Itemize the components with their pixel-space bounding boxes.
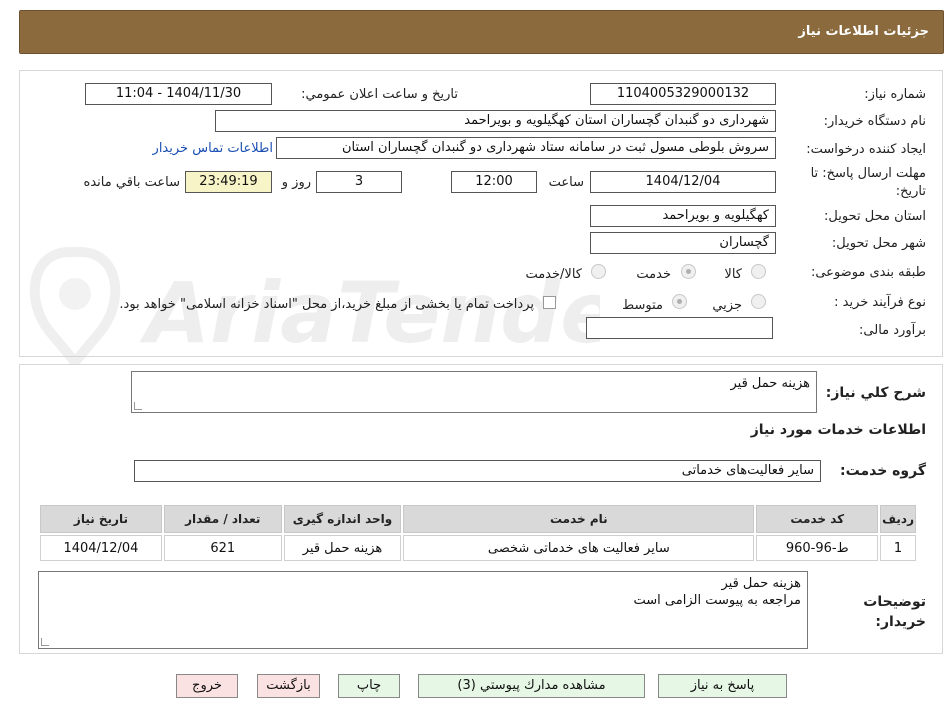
table-header-row: رديف كد خدمت نام خدمت واحد اندازه گيری ت… — [40, 505, 916, 533]
page-header: جزئيات اطلاعات نياز — [19, 10, 944, 54]
service-group-field: سایر فعالیت‌های خدماتی — [134, 460, 821, 482]
category-both-radio[interactable] — [591, 264, 606, 279]
cell-unit: هزینه حمل قیر — [283, 535, 402, 561]
category-goods-radio[interactable] — [751, 264, 766, 279]
exit-button[interactable]: خروج — [176, 674, 238, 698]
time-label: ساعت — [548, 175, 584, 190]
creator-label: ايجاد كننده درخواست: — [806, 142, 926, 157]
category-both-label: كالا/خدمت — [525, 267, 582, 282]
summary-textarea: هزینه حمل قیر — [131, 371, 817, 413]
back-button[interactable]: بازگشت — [257, 674, 320, 698]
buyer-org-field: شهرداری دو گنبدان گچساران استان کهگیلویه… — [215, 110, 776, 132]
attachments-button[interactable]: مشاهده مدارك پيوستي (3) — [418, 674, 645, 698]
buyer-notes-line2: مراجعه به پیوست الزامی است — [633, 593, 801, 608]
process-minor-radio[interactable] — [751, 294, 766, 309]
page-title: جزئيات اطلاعات نياز — [798, 24, 929, 39]
city-label: شهر محل تحويل: — [831, 236, 926, 251]
deadline-date-field: 1404/12/04 — [590, 171, 776, 193]
need-number-field: 1104005329000132 — [590, 83, 776, 105]
days-label: روز و — [281, 175, 311, 190]
col-service-name: نام خدمت — [403, 505, 755, 533]
process-medium-radio[interactable] — [672, 294, 687, 309]
table-row: 1 ط-96-960 سایر فعالیت های خدماتی شخصی ه… — [40, 535, 916, 561]
services-table: رديف كد خدمت نام خدمت واحد اندازه گيری ت… — [38, 503, 918, 563]
process-label: نوع فرآيند خريد : — [834, 295, 926, 310]
category-service-label: خدمت — [636, 267, 671, 282]
process-minor-label: جزيي — [712, 298, 742, 313]
cell-quantity: 621 — [163, 535, 282, 561]
cell-need-date: 1404/12/04 — [40, 535, 162, 561]
summary-label: شرح كلي نياز: — [825, 385, 926, 401]
print-button[interactable]: چاپ — [338, 674, 400, 698]
buyer-org-label: نام دستگاه خريدار: — [823, 114, 926, 129]
service-group-label: گروه خدمت: — [840, 463, 926, 479]
process-medium-label: متوسط — [622, 298, 663, 313]
announce-label: تاريخ و ساعت اعلان عمومي: — [301, 87, 458, 102]
resize-handle-icon[interactable] — [41, 638, 49, 646]
deadline-time-field: 12:00 — [451, 171, 537, 193]
treasury-payment-checkbox[interactable] — [543, 296, 556, 309]
buyer-notes-label: توضيحات خريدار: — [863, 594, 926, 630]
buyer-contact-link[interactable]: اطلاعات تماس خريدار — [153, 141, 273, 156]
buyer-notes-line1: هزینه حمل قیر — [721, 576, 801, 591]
creator-field: سروش بلوطی مسول ثبت در سامانه ستاد شهردا… — [276, 137, 776, 159]
need-number-label: شماره نياز: — [864, 87, 926, 102]
col-unit: واحد اندازه گيری — [283, 505, 402, 533]
province-field: کهگیلویه و بویراحمد — [590, 205, 776, 227]
cell-service-name: سایر فعالیت های خدماتی شخصی — [403, 535, 755, 561]
category-service-radio[interactable] — [681, 264, 696, 279]
remaining-label: ساعت باقي مانده — [83, 175, 180, 190]
cell-row-number: 1 — [880, 535, 916, 561]
remaining-time-field: 23:49:19 — [185, 171, 272, 193]
days-field: 3 — [316, 171, 402, 193]
city-field: گچساران — [590, 232, 776, 254]
buyer-notes-textarea: هزینه حمل قیر مراجعه به پیوست الزامی است — [38, 571, 808, 649]
budget-field[interactable] — [586, 317, 773, 339]
summary-text: هزینه حمل قیر — [730, 376, 810, 391]
category-label: طبقه بندی موضوعی: — [810, 265, 926, 280]
services-section-title: اطلاعات خدمات مورد نياز — [750, 422, 926, 438]
col-need-date: تاريخ نياز — [40, 505, 162, 533]
announce-field: 1404/11/30 - 11:04 — [85, 83, 272, 105]
resize-handle-icon[interactable] — [134, 402, 142, 410]
col-row-number: رديف — [880, 505, 916, 533]
reply-button[interactable]: پاسخ به نياز — [658, 674, 787, 698]
col-quantity: تعداد / مقدار — [163, 505, 282, 533]
province-label: استان محل تحويل: — [824, 209, 926, 224]
treasury-payment-note: پرداخت تمام يا بخشی از مبلغ خريد،از محل … — [119, 297, 534, 312]
deadline-label: مهلت ارسال پاسخ: تا تاريخ: — [810, 166, 926, 199]
col-service-code: كد خدمت — [756, 505, 879, 533]
cell-service-code: ط-96-960 — [756, 535, 879, 561]
category-goods-label: كالا — [724, 267, 742, 282]
budget-label: برآورد مالی: — [859, 323, 926, 338]
